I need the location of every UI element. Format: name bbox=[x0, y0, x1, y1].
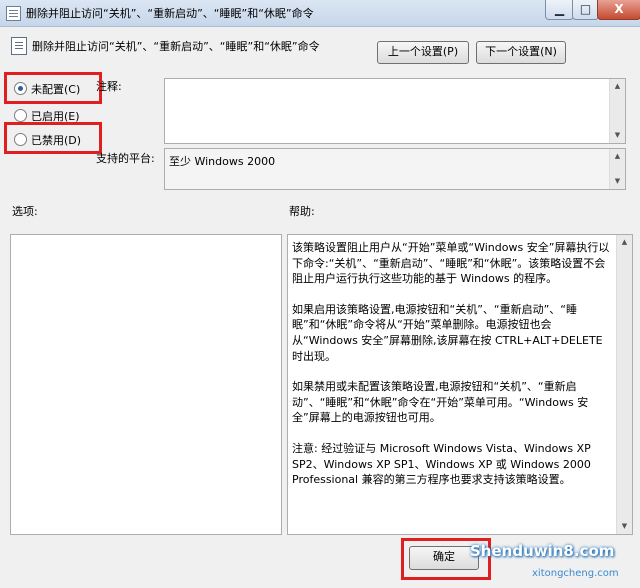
next-setting-button[interactable]: 下一个设置(N) bbox=[476, 41, 566, 64]
watermark-logo: Shenduwin8.com bbox=[470, 542, 615, 560]
maximize-button[interactable]: □ bbox=[572, 0, 599, 20]
title-bar[interactable]: 删除并阻止访问“关机”、“重新启动”、“睡眠”和“休眠”命令 ▁ □ X bbox=[0, 0, 640, 27]
window-title: 删除并阻止访问“关机”、“重新启动”、“睡眠”和“休眠”命令 bbox=[26, 7, 314, 20]
options-section-label: 选项: bbox=[12, 205, 38, 218]
platform-scrollbar[interactable]: ▲ ▼ bbox=[609, 149, 625, 189]
radio-enabled-control[interactable] bbox=[14, 109, 27, 122]
watermark-sub: xitongcheng.com bbox=[532, 568, 619, 579]
policy-icon bbox=[6, 6, 21, 21]
scroll-down-icon[interactable]: ▼ bbox=[610, 128, 625, 143]
platform-label: 支持的平台: bbox=[96, 152, 155, 165]
help-paragraph: 如果禁用或未配置该策略设置,电源按钮和“关机”、“重新启动”、“睡眠”和“休眠”… bbox=[292, 380, 589, 425]
help-text: 该策略设置阻止用户从“开始”菜单或“Windows 安全”屏幕执行以下命令:“关… bbox=[292, 240, 614, 503]
scroll-down-icon[interactable]: ▼ bbox=[617, 519, 632, 534]
help-paragraph: 如果启用该策略设置,电源按钮和“关机”、“重新启动”、“睡眠”和“休眠”命令将从… bbox=[292, 302, 603, 363]
scroll-up-icon[interactable]: ▲ bbox=[610, 79, 625, 94]
previous-setting-button[interactable]: 上一个设置(P) bbox=[377, 41, 469, 64]
scroll-up-icon[interactable]: ▲ bbox=[610, 149, 625, 164]
close-button[interactable]: X bbox=[597, 0, 640, 20]
options-panel bbox=[10, 234, 282, 535]
help-scrollbar[interactable]: ▲ ▼ bbox=[616, 235, 632, 534]
comment-scrollbar[interactable]: ▲ ▼ bbox=[609, 79, 625, 143]
comment-label: 注释: bbox=[96, 80, 122, 93]
platform-value: 至少 Windows 2000 bbox=[169, 155, 276, 168]
highlight-box-not-configured bbox=[4, 72, 102, 104]
policy-setting-icon bbox=[11, 37, 27, 55]
minimize-button[interactable]: ▁ bbox=[545, 0, 574, 20]
help-paragraph: 该策略设置阻止用户从“开始”菜单或“Windows 安全”屏幕执行以下命令:“关… bbox=[292, 241, 610, 286]
scroll-up-icon[interactable]: ▲ bbox=[617, 235, 632, 250]
policy-name: 删除并阻止访问“关机”、“重新启动”、“睡眠”和“休眠”命令 bbox=[32, 40, 320, 53]
platform-field: 至少 Windows 2000 ▲ ▼ bbox=[164, 148, 626, 190]
help-section-label: 帮助: bbox=[289, 205, 315, 218]
scroll-down-icon[interactable]: ▼ bbox=[610, 174, 625, 189]
comment-textarea[interactable]: ▲ ▼ bbox=[164, 78, 626, 144]
help-panel: 该策略设置阻止用户从“开始”菜单或“Windows 安全”屏幕执行以下命令:“关… bbox=[287, 234, 633, 535]
highlight-box-disabled bbox=[4, 122, 102, 154]
help-paragraph: 注意: 经过验证与 Microsoft Windows Vista、Window… bbox=[292, 441, 591, 487]
